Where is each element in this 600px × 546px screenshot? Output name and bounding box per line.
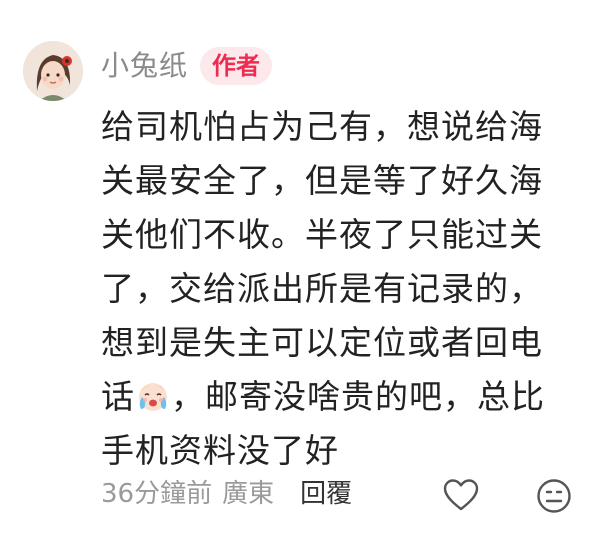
author-name[interactable]: 小兔纸 [101, 46, 188, 86]
author-row: 小兔纸 作者 [101, 46, 273, 86]
emoji-face-icon[interactable] [536, 478, 572, 514]
crying-face-emoji-icon [136, 379, 170, 413]
comment-timestamp: 36分鐘前 [101, 479, 213, 509]
reply-button[interactable]: 回覆 [300, 474, 352, 514]
comment-text: 给司机怕占为己有，想说给海关最安全了，但是等了好久海关他们不收。半夜了只能过关了… [101, 100, 561, 478]
comment-meta: 36分鐘前 廣東 回覆 [101, 474, 352, 514]
author-badge: 作者 [200, 47, 273, 85]
comment-text-part-1: 给司机怕占为己有，想说给海关最安全了，但是等了好久海关他们不收。半夜了只能过关了… [101, 107, 543, 416]
comment-location: 廣東 [222, 479, 275, 509]
avatar[interactable] [23, 41, 83, 101]
heart-outline-icon[interactable] [443, 478, 479, 512]
avatar-image [23, 41, 83, 101]
